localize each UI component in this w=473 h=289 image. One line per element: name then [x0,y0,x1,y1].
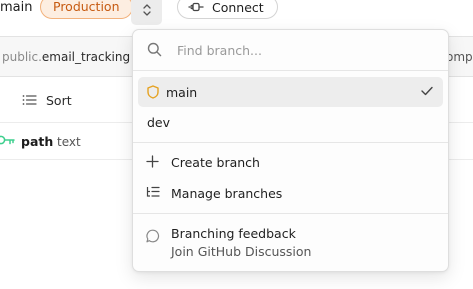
primary-key-icon [0,135,15,145]
branch-search-input[interactable] [177,40,437,60]
feedback-title: Branching feedback [171,226,296,241]
search-icon [147,42,162,57]
create-branch-label: Create branch [171,154,260,170]
manage-branches-label: Manage branches [171,185,283,201]
table-tab[interactable]: public.email_tracking [2,49,130,65]
table-tab-schema: public. [2,50,42,64]
branch-label: dev [147,114,171,130]
message-circle-icon [146,229,160,243]
plus-icon [146,155,159,168]
create-branch-button[interactable]: Create branch [138,148,443,176]
connect-button[interactable]: Connect [177,0,278,19]
manage-branches-button[interactable]: Manage branches [138,179,443,207]
check-icon [421,86,433,96]
column-name: path [21,134,54,149]
next-table-tab[interactable]: omp [446,49,473,65]
table-tab-name: email_tracking [41,50,131,64]
environment-badge: Production [40,0,133,19]
feedback-subtitle: Join GitHub Discussion [171,244,312,259]
plug-icon [188,2,204,12]
branch-dropdown: main dev Create branch Manage branches B… [132,29,449,272]
top-bar: main Production Connect [0,0,473,30]
branch-item-dev[interactable]: dev [138,107,443,137]
shield-icon [147,85,159,99]
menu-divider [133,213,448,214]
list-tree-icon [146,186,160,197]
branch-name: main [0,0,33,15]
sort-list-icon [22,95,37,105]
column-type: text [57,135,81,149]
connect-label: Connect [212,0,264,15]
branch-item-main[interactable]: main [138,77,443,107]
sort-label: Sort [46,92,72,108]
chevrons-up-down-icon [142,4,151,16]
branch-selector-button[interactable] [131,0,162,25]
menu-divider [133,142,448,143]
branch-search [133,30,448,71]
branching-feedback-link[interactable]: Branching feedback Join GitHub Discussio… [138,223,443,263]
branch-label: main [166,84,198,100]
sort-button[interactable]: Sort [22,90,72,110]
